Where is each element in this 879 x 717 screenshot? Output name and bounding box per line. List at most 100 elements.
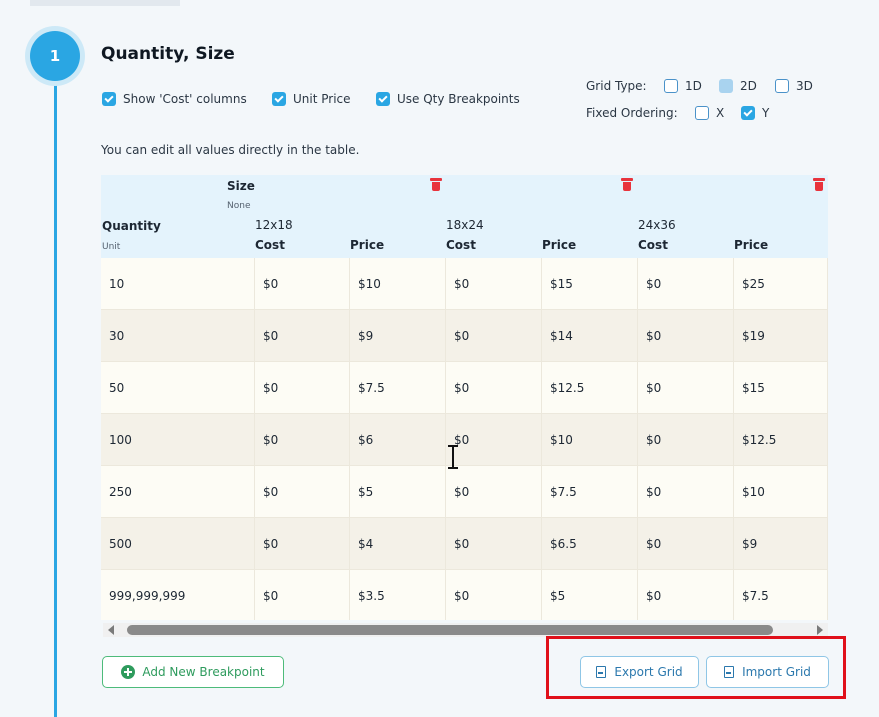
show-cost-checkbox[interactable]: Show 'Cost' columns xyxy=(102,92,247,106)
delete-size-icon[interactable] xyxy=(430,178,442,192)
price-grid: Size None Quantity Unit 12x18 18x24 24x3… xyxy=(101,175,828,620)
value-cell[interactable]: $0 xyxy=(446,362,542,414)
checkbox-checked-icon xyxy=(719,79,733,93)
value-cell[interactable]: $19 xyxy=(734,310,828,362)
grid-type-1d-checkbox[interactable]: 1D xyxy=(664,79,702,93)
value-cell[interactable]: $15 xyxy=(734,362,828,414)
value-cell[interactable]: $25 xyxy=(734,258,828,310)
value-cell[interactable]: $6 xyxy=(350,414,446,466)
value-cell[interactable]: $0 xyxy=(638,466,734,518)
fixed-ordering-x-label: X xyxy=(716,106,725,120)
size-header-12x18: 12x18 xyxy=(255,218,293,232)
value-cell[interactable]: $0 xyxy=(255,258,350,310)
quantity-cell[interactable]: 500 xyxy=(101,518,255,570)
price-column-header: Price xyxy=(734,238,769,252)
scroll-left-icon[interactable] xyxy=(108,625,114,635)
value-cell[interactable]: $7.5 xyxy=(350,362,446,414)
table-row: 30 $0 $9 $0 $14 $0 $19 xyxy=(101,310,828,362)
value-cell[interactable]: $0 xyxy=(255,414,350,466)
checkbox-checked-icon xyxy=(376,92,390,106)
grid-type-3d-checkbox[interactable]: 3D xyxy=(775,79,813,93)
quantity-cell[interactable]: 100 xyxy=(101,414,255,466)
value-cell[interactable]: $3.5 xyxy=(350,570,446,620)
show-cost-label: Show 'Cost' columns xyxy=(123,92,247,106)
value-cell[interactable]: $0 xyxy=(255,362,350,414)
value-cell[interactable]: $0 xyxy=(446,258,542,310)
text-cursor-icon xyxy=(447,445,459,469)
value-cell[interactable]: $0 xyxy=(255,570,350,620)
quantity-cell[interactable]: 250 xyxy=(101,466,255,518)
checkbox-checked-icon xyxy=(741,106,755,120)
value-cell[interactable]: $7.5 xyxy=(734,570,828,620)
grid-type-label: Grid Type: xyxy=(586,79,647,93)
grid-type-1d-label: 1D xyxy=(685,79,702,93)
quantity-cell[interactable]: 50 xyxy=(101,362,255,414)
value-cell[interactable]: $0 xyxy=(638,258,734,310)
value-cell[interactable]: $9 xyxy=(734,518,828,570)
top-divider xyxy=(30,0,180,6)
quantity-axis-label: Quantity xyxy=(102,219,161,233)
value-cell[interactable]: $10 xyxy=(542,414,638,466)
table-row: 10 $0 $10 $0 $15 $0 $25 xyxy=(101,258,828,310)
value-cell[interactable]: $5 xyxy=(542,570,638,620)
annotation-highlight-box xyxy=(546,636,846,699)
table-row: 50 $0 $7.5 $0 $12.5 $0 $15 xyxy=(101,362,828,414)
delete-size-icon[interactable] xyxy=(813,178,825,192)
value-cell[interactable]: $6.5 xyxy=(542,518,638,570)
value-cell[interactable]: $0 xyxy=(638,570,734,620)
value-cell[interactable]: $0 xyxy=(446,466,542,518)
quantity-cell[interactable]: 30 xyxy=(101,310,255,362)
quantity-cell[interactable]: 999,999,999 xyxy=(101,570,255,620)
use-qty-breakpoints-checkbox[interactable]: Use Qty Breakpoints xyxy=(376,92,520,106)
quantity-cell[interactable]: 10 xyxy=(101,258,255,310)
section-title: Quantity, Size xyxy=(101,44,235,64)
value-cell[interactable]: $0 xyxy=(446,414,542,466)
value-cell[interactable]: $0 xyxy=(446,570,542,620)
value-cell[interactable]: $0 xyxy=(446,310,542,362)
checkbox-checked-icon xyxy=(102,92,116,106)
value-cell[interactable]: $0 xyxy=(255,466,350,518)
value-cell[interactable]: $5 xyxy=(350,466,446,518)
unit-price-checkbox[interactable]: Unit Price xyxy=(272,92,351,106)
size-header-18x24: 18x24 xyxy=(446,218,484,232)
price-column-header: Price xyxy=(542,238,577,252)
value-cell[interactable]: $0 xyxy=(446,518,542,570)
fixed-ordering-y-checkbox[interactable]: Y xyxy=(741,106,769,120)
use-qty-breakpoints-label: Use Qty Breakpoints xyxy=(397,92,520,106)
value-cell[interactable]: $10 xyxy=(350,258,446,310)
value-cell[interactable]: $0 xyxy=(255,310,350,362)
grid-type-2d-checkbox[interactable]: 2D xyxy=(719,79,757,93)
value-cell[interactable]: $15 xyxy=(542,258,638,310)
value-cell[interactable]: $12.5 xyxy=(542,362,638,414)
cost-column-header: Cost xyxy=(446,238,476,252)
size-axis-label: Size xyxy=(227,179,255,193)
value-cell[interactable]: $10 xyxy=(734,466,828,518)
value-cell[interactable]: $0 xyxy=(638,518,734,570)
add-new-breakpoint-button[interactable]: Add New Breakpoint xyxy=(102,656,284,688)
value-cell[interactable]: $14 xyxy=(542,310,638,362)
value-cell[interactable]: $9 xyxy=(350,310,446,362)
scroll-thumb[interactable] xyxy=(127,625,773,635)
unit-price-label: Unit Price xyxy=(293,92,351,106)
delete-size-icon[interactable] xyxy=(621,178,633,192)
cost-column-header: Cost xyxy=(255,238,285,252)
scroll-right-icon[interactable] xyxy=(817,625,823,635)
value-cell[interactable]: $4 xyxy=(350,518,446,570)
grid-header: Size None Quantity Unit 12x18 18x24 24x3… xyxy=(101,175,828,258)
value-cell[interactable]: $0 xyxy=(255,518,350,570)
value-cell[interactable]: $7.5 xyxy=(542,466,638,518)
size-header-24x36: 24x36 xyxy=(638,218,676,232)
horizontal-scrollbar[interactable] xyxy=(103,623,828,637)
value-cell[interactable]: $0 xyxy=(638,414,734,466)
value-cell[interactable]: $12.5 xyxy=(734,414,828,466)
timeline-line xyxy=(54,75,57,717)
checkbox-unchecked-icon xyxy=(664,79,678,93)
table-row: 500 $0 $4 $0 $6.5 $0 $9 xyxy=(101,518,828,570)
cost-column-header: Cost xyxy=(638,238,668,252)
value-cell[interactable]: $0 xyxy=(638,362,734,414)
checkbox-unchecked-icon xyxy=(775,79,789,93)
table-row: 250 $0 $5 $0 $7.5 $0 $10 xyxy=(101,466,828,518)
value-cell[interactable]: $0 xyxy=(638,310,734,362)
fixed-ordering-x-checkbox[interactable]: X xyxy=(695,106,724,120)
table-row: 999,999,999 $0 $3.5 $0 $5 $0 $7.5 xyxy=(101,570,828,620)
